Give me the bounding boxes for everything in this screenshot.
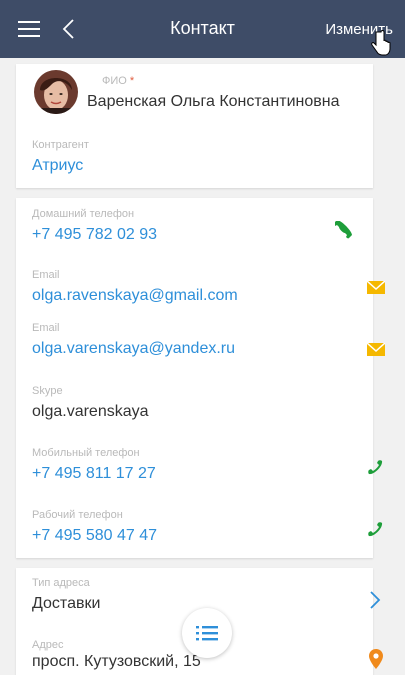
fio-value: Варенская Ольга Константиновна	[87, 93, 340, 110]
address-value[interactable]: просп. Кутузовский, 15	[32, 653, 201, 671]
email-label-2: Email	[32, 322, 60, 334]
fio-label: ФИО *	[102, 75, 135, 87]
mobile-phone-label: Мобильный телефон	[32, 447, 140, 459]
contractor-link[interactable]: Атриус	[32, 157, 83, 175]
contractor-label: Контрагент	[32, 139, 89, 151]
mail-icon[interactable]	[367, 343, 385, 357]
list-icon	[196, 626, 218, 641]
work-phone-value[interactable]: +7 495 580 47 47	[32, 527, 157, 545]
communications-card: Домашний телефон +7 495 782 02 93 Email …	[16, 198, 385, 558]
mail-icon[interactable]	[367, 281, 385, 295]
profile-card: ФИО * Варенская Ольга Константиновна Кон…	[16, 64, 373, 188]
chevron-right-icon[interactable]	[369, 590, 381, 610]
app-header: Контакт Изменить	[0, 0, 405, 58]
address-type-label: Тип адреса	[32, 577, 90, 589]
home-phone-label: Домашний телефон	[32, 208, 135, 220]
mobile-phone-value[interactable]: +7 495 811 17 27	[32, 465, 156, 483]
work-phone-label: Рабочий телефон	[32, 509, 123, 521]
map-pin-icon[interactable]	[369, 649, 383, 669]
address-type-value[interactable]: Доставки	[32, 595, 100, 613]
email-value-1[interactable]: olga.ravenskaya@gmail.com	[32, 287, 238, 305]
address-label: Адрес	[32, 639, 64, 651]
actions-fab-button[interactable]	[182, 608, 232, 658]
email-value-2[interactable]: olga.varenskaya@yandex.ru	[32, 340, 235, 358]
phone-icon[interactable]	[366, 520, 384, 538]
hand-cursor-icon	[371, 30, 391, 56]
phone-icon[interactable]	[366, 458, 384, 476]
avatar	[34, 70, 78, 114]
home-phone-value[interactable]: +7 495 782 02 93	[32, 226, 157, 244]
email-label-1: Email	[32, 269, 60, 281]
phone-icon[interactable]	[335, 221, 353, 239]
skype-label: Skype	[32, 385, 63, 397]
skype-value: olga.varenskaya	[32, 403, 149, 420]
